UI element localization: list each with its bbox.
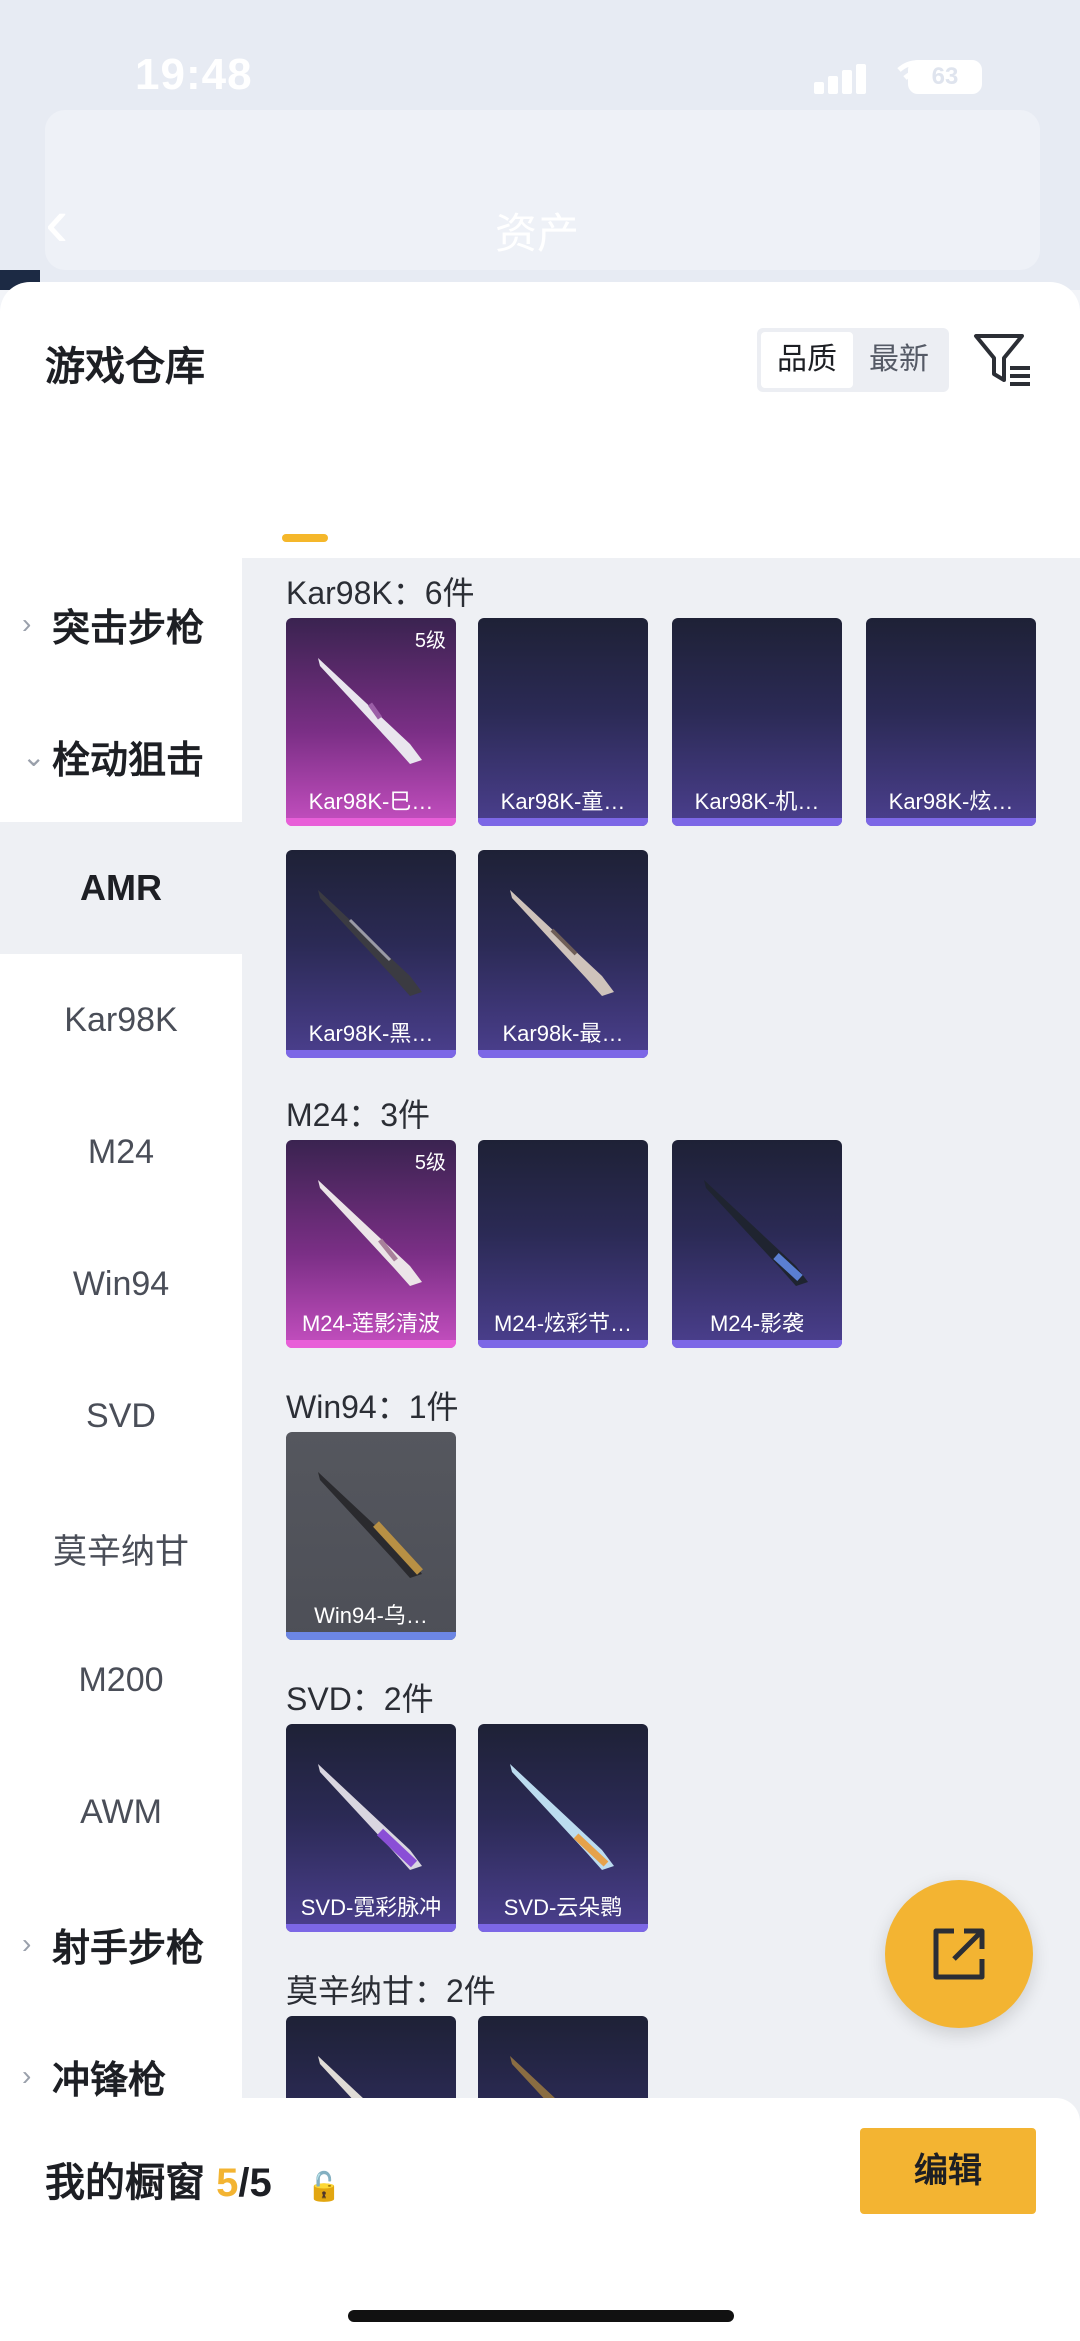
sidebar-group-bolt-sniper[interactable]: ⌄ 栓动狙击	[0, 690, 242, 822]
home-indicator	[348, 2310, 734, 2322]
warehouse-sheet: 游戏仓库 品质 最新 时装574 枪械272 装备319 载具1 战备143 ›…	[0, 282, 1080, 2341]
cellular-signal-icon	[814, 64, 870, 94]
section-title-win94: Win94：1件	[286, 1389, 459, 1425]
sidebar-item-mosin[interactable]: 莫辛纳甘	[0, 1482, 242, 1614]
rarity-bar	[478, 1050, 648, 1058]
weapon-card[interactable]: SVD-霓彩脉冲	[286, 1724, 456, 1932]
showcase-label: 我的橱窗	[45, 2161, 205, 2205]
active-tab-indicator	[282, 534, 328, 542]
background-page-title: 资产	[495, 210, 580, 257]
rifle-icon	[704, 1180, 808, 1286]
section-title-m24: M24：3件	[286, 1097, 431, 1133]
sort-quality-button[interactable]: 品质	[761, 332, 853, 388]
rarity-bar	[286, 1340, 456, 1348]
weapon-card-label: Kar98K-巳…	[308, 789, 434, 814]
status-bar: 19:48 63	[0, 50, 1080, 110]
rifle-icon	[318, 890, 422, 996]
rarity-bar	[866, 818, 1036, 826]
rarity-bar	[478, 818, 648, 826]
weapon-card[interactable]: Kar98k-最…	[478, 850, 648, 1058]
sidebar-item-kar98k[interactable]: Kar98K	[0, 954, 242, 1086]
rarity-bar	[478, 1340, 648, 1348]
weapon-card-label: SVD-霓彩脉冲	[300, 1895, 442, 1920]
sidebar-item-m24[interactable]: M24	[0, 1086, 242, 1218]
sidebar-item-win94[interactable]: Win94	[0, 1218, 242, 1350]
weapon-card[interactable]: SVD-云朵鹮	[478, 1724, 648, 1932]
sheet-title: 游戏仓库	[45, 345, 205, 389]
chevron-down-icon: ⌄	[22, 740, 46, 772]
weapon-card[interactable]: 5级 Kar98K-巳…	[286, 618, 456, 826]
sidebar-item-svd[interactable]: SVD	[0, 1350, 242, 1482]
weapon-card-label: Kar98K-炫…	[888, 789, 1014, 814]
showcase-count: 5	[216, 2161, 239, 2205]
rarity-bar	[286, 1050, 456, 1058]
weapon-card-label: Kar98K-童…	[500, 789, 626, 814]
weapon-card-label: Win94-乌…	[314, 1603, 428, 1628]
weapon-card[interactable]: 5级 M24-莲影清波	[286, 1140, 456, 1348]
weapon-card[interactable]: Kar98K-炫…	[866, 618, 1036, 826]
rarity-bar	[286, 818, 456, 826]
rifle-icon	[510, 890, 614, 996]
lock-icon: 🔓	[306, 2171, 342, 2202]
category-tabs: 时装574 枪械272 装备319 载具1 战备143	[0, 422, 1080, 651]
chevron-right-icon: ›	[22, 1928, 32, 1959]
weapon-card[interactable]: Kar98K-机…	[672, 618, 842, 826]
weapon-sidebar: › 突击步枪 ⌄ 栓动狙击 AMR Kar98K M24 Win94 SVD 莫辛纳…	[0, 558, 242, 2341]
showcase-bar: 我的橱窗 5/5 🔓 编辑	[0, 2098, 1080, 2341]
sort-latest-button[interactable]: 最新	[853, 332, 945, 388]
sidebar-group-label: 冲锋枪	[52, 2059, 167, 2102]
rifle-icon	[318, 1472, 423, 1578]
rifle-icon	[510, 1764, 614, 1870]
rarity-bar	[286, 1924, 456, 1932]
sidebar-group-label: 突击步枪	[52, 607, 205, 650]
weapon-card[interactable]: M24-影袭	[672, 1140, 842, 1348]
rarity-bar	[478, 1924, 648, 1932]
showcase-summary: 我的橱窗 5/5 🔓	[45, 2150, 342, 2208]
section-title-kar98k: Kar98K：6件	[286, 575, 475, 611]
sidebar-group-assault-rifle[interactable]: › 突击步枪	[0, 558, 242, 690]
rarity-bar	[672, 1340, 842, 1348]
showcase-total: /5	[238, 2161, 272, 2205]
weapon-card-label: M24-影袭	[709, 1311, 805, 1336]
sidebar-item-m200[interactable]: M200	[0, 1614, 242, 1746]
weapon-card[interactable]: M24-炫彩节…	[478, 1140, 648, 1348]
edit-button[interactable]: 编辑	[860, 2128, 1036, 2214]
battery-icon: 63	[908, 60, 982, 94]
rifle-icon	[318, 1764, 422, 1870]
chevron-right-icon: ›	[22, 608, 32, 639]
weapon-card-label: Kar98k-最…	[502, 1021, 624, 1046]
section-title-svd: SVD：2件	[286, 1681, 434, 1717]
sidebar-item-amr[interactable]: AMR	[0, 822, 242, 954]
rarity-bar	[672, 818, 842, 826]
share-icon	[933, 1928, 985, 1980]
rarity-bar	[286, 1632, 456, 1640]
weapon-card-label: Kar98K-黑…	[308, 1021, 434, 1046]
rifle-icon	[318, 658, 422, 764]
weapon-card[interactable]: Kar98K-黑…	[286, 850, 456, 1058]
background-app-header: 19:48 63 ‹ 资产	[0, 0, 1080, 290]
filter-icon[interactable]	[972, 330, 1034, 392]
sidebar-group-label: 射手步枪	[52, 1927, 205, 1970]
status-time: 19:48	[135, 50, 253, 99]
share-button[interactable]	[885, 1880, 1033, 2028]
sheet-header: 游戏仓库 品质 最新	[0, 282, 1080, 392]
weapon-card[interactable]: Kar98K-童…	[478, 618, 648, 826]
sidebar-group-marksman[interactable]: › 射手步枪	[0, 1878, 242, 2010]
sidebar-item-awm[interactable]: AWM	[0, 1746, 242, 1878]
sidebar-group-label: 栓动狙击	[52, 739, 205, 782]
weapon-card-label: M24-莲影清波	[301, 1311, 441, 1336]
weapon-card[interactable]: Win94-乌…	[286, 1432, 456, 1640]
rifle-icon	[318, 1180, 422, 1286]
sort-toggle: 品质 最新	[757, 328, 949, 392]
weapon-card-label: M24-炫彩节…	[493, 1311, 633, 1336]
background-nav-bar: ‹ 资产	[45, 110, 1040, 270]
section-title-mosin: 莫辛纳甘：2件	[286, 1973, 496, 2009]
back-arrow-icon: ‹	[45, 183, 69, 261]
weapon-card-label: SVD-云朵鹮	[503, 1895, 623, 1920]
chevron-right-icon: ›	[22, 2060, 32, 2091]
weapon-card-label: Kar98K-机…	[694, 789, 820, 814]
weapon-grid: Kar98K：6件 5级 Kar98K-巳… Kar98K-童… Kar98K-…	[242, 558, 1080, 2341]
